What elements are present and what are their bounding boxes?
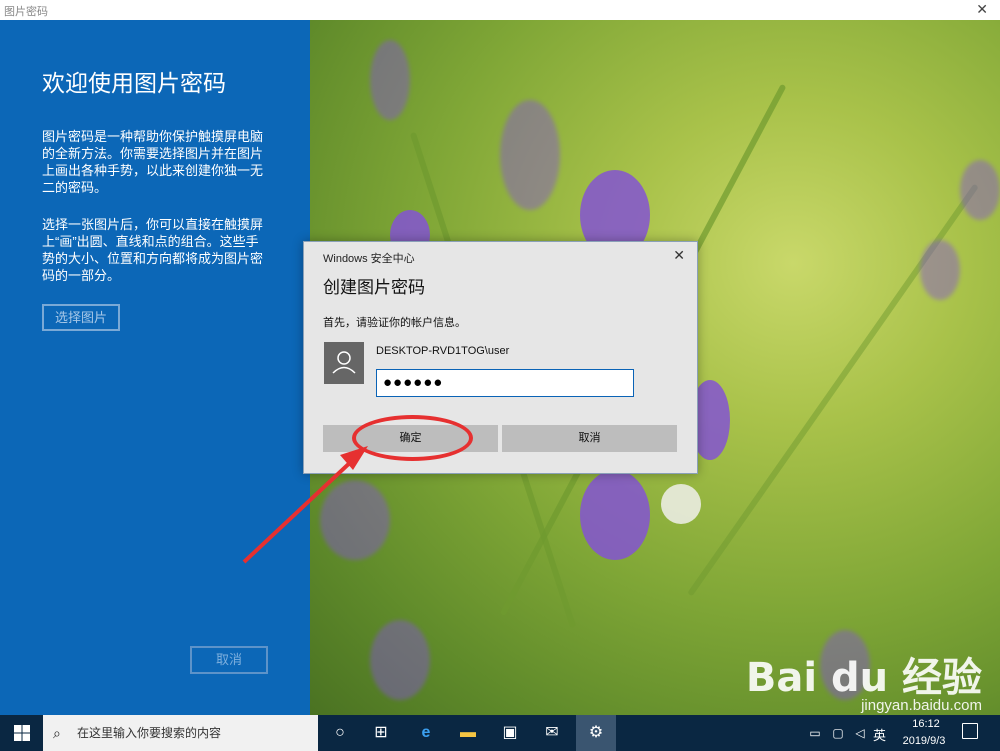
window-title: 图片密码 xyxy=(4,6,48,18)
user-avatar-icon xyxy=(324,342,364,384)
intro-paragraph-2: 选择一张图片后，你可以直接在触摸屏上“画”出圆、直线和点的组合。这些手势的大小、… xyxy=(42,217,264,283)
annotation-highlight-ring xyxy=(352,415,473,461)
search-placeholder: 在这里输入你要搜索的内容 xyxy=(77,726,222,740)
network-icon[interactable]: ▭ xyxy=(805,715,825,751)
intro-heading: 欢迎使用图片密码 xyxy=(42,70,226,96)
windows-start-icon[interactable] xyxy=(14,725,30,741)
display-icon[interactable]: ▢ xyxy=(828,715,848,751)
dialog-close-icon[interactable]: ✕ xyxy=(673,247,685,264)
clock-time[interactable]: 16:12 xyxy=(902,718,950,730)
taskbar-search-box[interactable]: ⌕ 在这里输入你要搜索的内容 xyxy=(43,715,318,751)
edge-icon[interactable]: e xyxy=(406,715,446,751)
dialog-prompt: 首先，请验证你的帐户信息。 xyxy=(323,317,466,329)
mail-icon[interactable]: ✉ xyxy=(532,715,572,751)
search-icon: ⌕ xyxy=(53,725,61,741)
watermark-brand: Bai du 经验 xyxy=(745,655,982,701)
touch-point-indicator xyxy=(661,484,701,524)
taskbar: ⌕ 在这里输入你要搜索的内容 ○ ⊞ e ▬ ▣ ✉ ⚙ ▭ ▢ ◁ 英 16:… xyxy=(0,715,1000,751)
settings-icon[interactable]: ⚙ xyxy=(576,715,616,751)
window-titlebar: 图片密码 ✕ xyxy=(0,0,1000,20)
cortana-icon[interactable]: ○ xyxy=(320,715,360,751)
input-method-indicator[interactable]: 英 xyxy=(873,725,886,744)
file-explorer-icon[interactable]: ▬ xyxy=(448,715,488,751)
picture-password-intro-panel: 欢迎使用图片密码 图片密码是一种帮助你保护触摸屏电脑的全新方法。你需要选择图片并… xyxy=(0,20,310,715)
notification-center-icon[interactable] xyxy=(962,723,978,739)
clock-date[interactable]: 2019/9/3 xyxy=(898,735,950,747)
dialog-heading: 创建图片密码 xyxy=(323,278,425,297)
dialog-cancel-button[interactable]: 取消 xyxy=(502,425,677,452)
password-field[interactable]: ●●●●●● xyxy=(376,369,634,397)
task-view-icon[interactable]: ⊞ xyxy=(361,715,401,751)
account-username: DESKTOP-RVD1TOG\user xyxy=(376,345,510,357)
store-icon[interactable]: ▣ xyxy=(490,715,530,751)
window-close-icon[interactable]: ✕ xyxy=(976,1,988,17)
intro-paragraph-1: 图片密码是一种帮助你保护触摸屏电脑的全新方法。你需要选择图片并在图片上画出各种手… xyxy=(42,129,264,195)
choose-picture-button[interactable]: 选择图片 xyxy=(42,304,120,331)
baidu-jingyan-watermark: Bai du 经验 jingyan.baidu.com xyxy=(746,645,982,714)
dialog-title: Windows 安全中心 xyxy=(323,253,415,265)
volume-icon[interactable]: ◁ xyxy=(850,715,870,751)
intro-cancel-button[interactable]: 取消 xyxy=(190,646,268,674)
